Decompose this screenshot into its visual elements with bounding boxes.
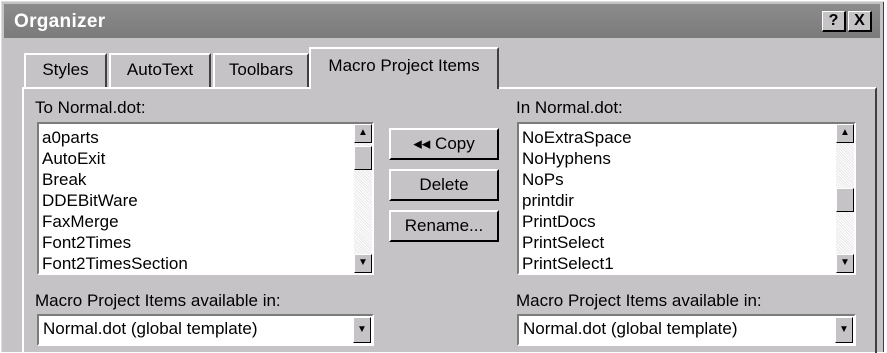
list-item[interactable]: NoHyphens — [522, 148, 854, 169]
left-available-value: Normal.dot (global template) — [43, 319, 258, 338]
tab-autotext-label: AutoText — [126, 60, 194, 79]
close-button[interactable]: X — [848, 11, 872, 32]
right-available-label: Macro Project Items available in: — [516, 291, 762, 310]
scroll-up-icon[interactable]: ▲ — [836, 124, 854, 143]
right-available-value: Normal.dot (global template) — [523, 319, 738, 338]
delete-button[interactable]: Delete — [389, 169, 499, 201]
tab-styles[interactable]: Styles — [24, 53, 107, 87]
list-item[interactable]: NoExtraSpace — [522, 127, 854, 148]
dropdown-arrow-icon[interactable]: ▼ — [353, 317, 371, 343]
list-item[interactable]: Font2TimesSection — [42, 253, 372, 273]
organizer-dialog: Organizer ? X Styles AutoText Toolbars M… — [1, 1, 884, 353]
left-scrollbar[interactable]: ▲ ▼ — [354, 124, 372, 273]
right-scroll-thumb[interactable] — [836, 188, 854, 212]
scroll-up-icon[interactable]: ▲ — [354, 124, 372, 143]
list-item[interactable]: PrintSelect — [522, 232, 854, 253]
list-item[interactable]: PrintDocs — [522, 211, 854, 232]
left-scroll-thumb[interactable] — [354, 146, 372, 170]
delete-button-label: Delete — [419, 175, 469, 194]
left-list-label: To Normal.dot: — [35, 98, 146, 117]
list-item[interactable]: NoPs — [522, 169, 854, 190]
list-item[interactable]: Font2Times — [42, 232, 372, 253]
rename-button-label: Rename... — [404, 216, 484, 235]
tab-macro-project-items[interactable]: Macro Project Items — [309, 47, 499, 89]
window-title: Organizer — [14, 11, 106, 32]
left-available-label: Macro Project Items available in: — [35, 291, 281, 310]
tab-autotext[interactable]: AutoText — [109, 53, 211, 87]
dropdown-arrow-icon[interactable]: ▼ — [835, 317, 853, 343]
tab-styles-label: Styles — [42, 60, 89, 79]
list-item[interactable]: DDEBitWare — [42, 190, 372, 211]
right-list-label: In Normal.dot: — [516, 98, 623, 117]
tab-macro-project-items-label: Macro Project Items — [328, 56, 480, 75]
left-macro-list[interactable]: a0parts AutoExit Break DDEBitWare FaxMer… — [37, 122, 374, 275]
copy-button-label: ◂◂ Copy — [413, 134, 475, 153]
tab-toolbars[interactable]: Toolbars — [213, 53, 309, 87]
copy-button[interactable]: ◂◂ Copy — [389, 128, 499, 160]
list-item[interactable]: printdir — [522, 190, 854, 211]
rename-button[interactable]: Rename... — [389, 210, 499, 242]
scroll-down-icon[interactable]: ▼ — [836, 254, 854, 273]
scroll-down-icon[interactable]: ▼ — [354, 254, 372, 273]
title-bar[interactable]: Organizer ? X — [4, 4, 880, 38]
left-available-combo[interactable]: Normal.dot (global template) ▼ — [37, 314, 374, 346]
list-item[interactable]: PrintSelect1 — [522, 253, 854, 273]
close-icon: X — [854, 12, 865, 29]
help-icon: ? — [828, 12, 839, 29]
right-available-combo[interactable]: Normal.dot (global template) ▼ — [517, 314, 856, 346]
right-scrollbar[interactable]: ▲ ▼ — [836, 124, 854, 273]
list-item[interactable]: FaxMerge — [42, 211, 372, 232]
help-button[interactable]: ? — [822, 11, 846, 32]
list-item[interactable]: a0parts — [42, 127, 372, 148]
list-item[interactable]: AutoExit — [42, 148, 372, 169]
tab-toolbars-label: Toolbars — [228, 60, 294, 79]
list-item[interactable]: Break — [42, 169, 372, 190]
right-macro-list[interactable]: NoExtraSpace NoHyphens NoPs printdir Pri… — [517, 122, 856, 275]
